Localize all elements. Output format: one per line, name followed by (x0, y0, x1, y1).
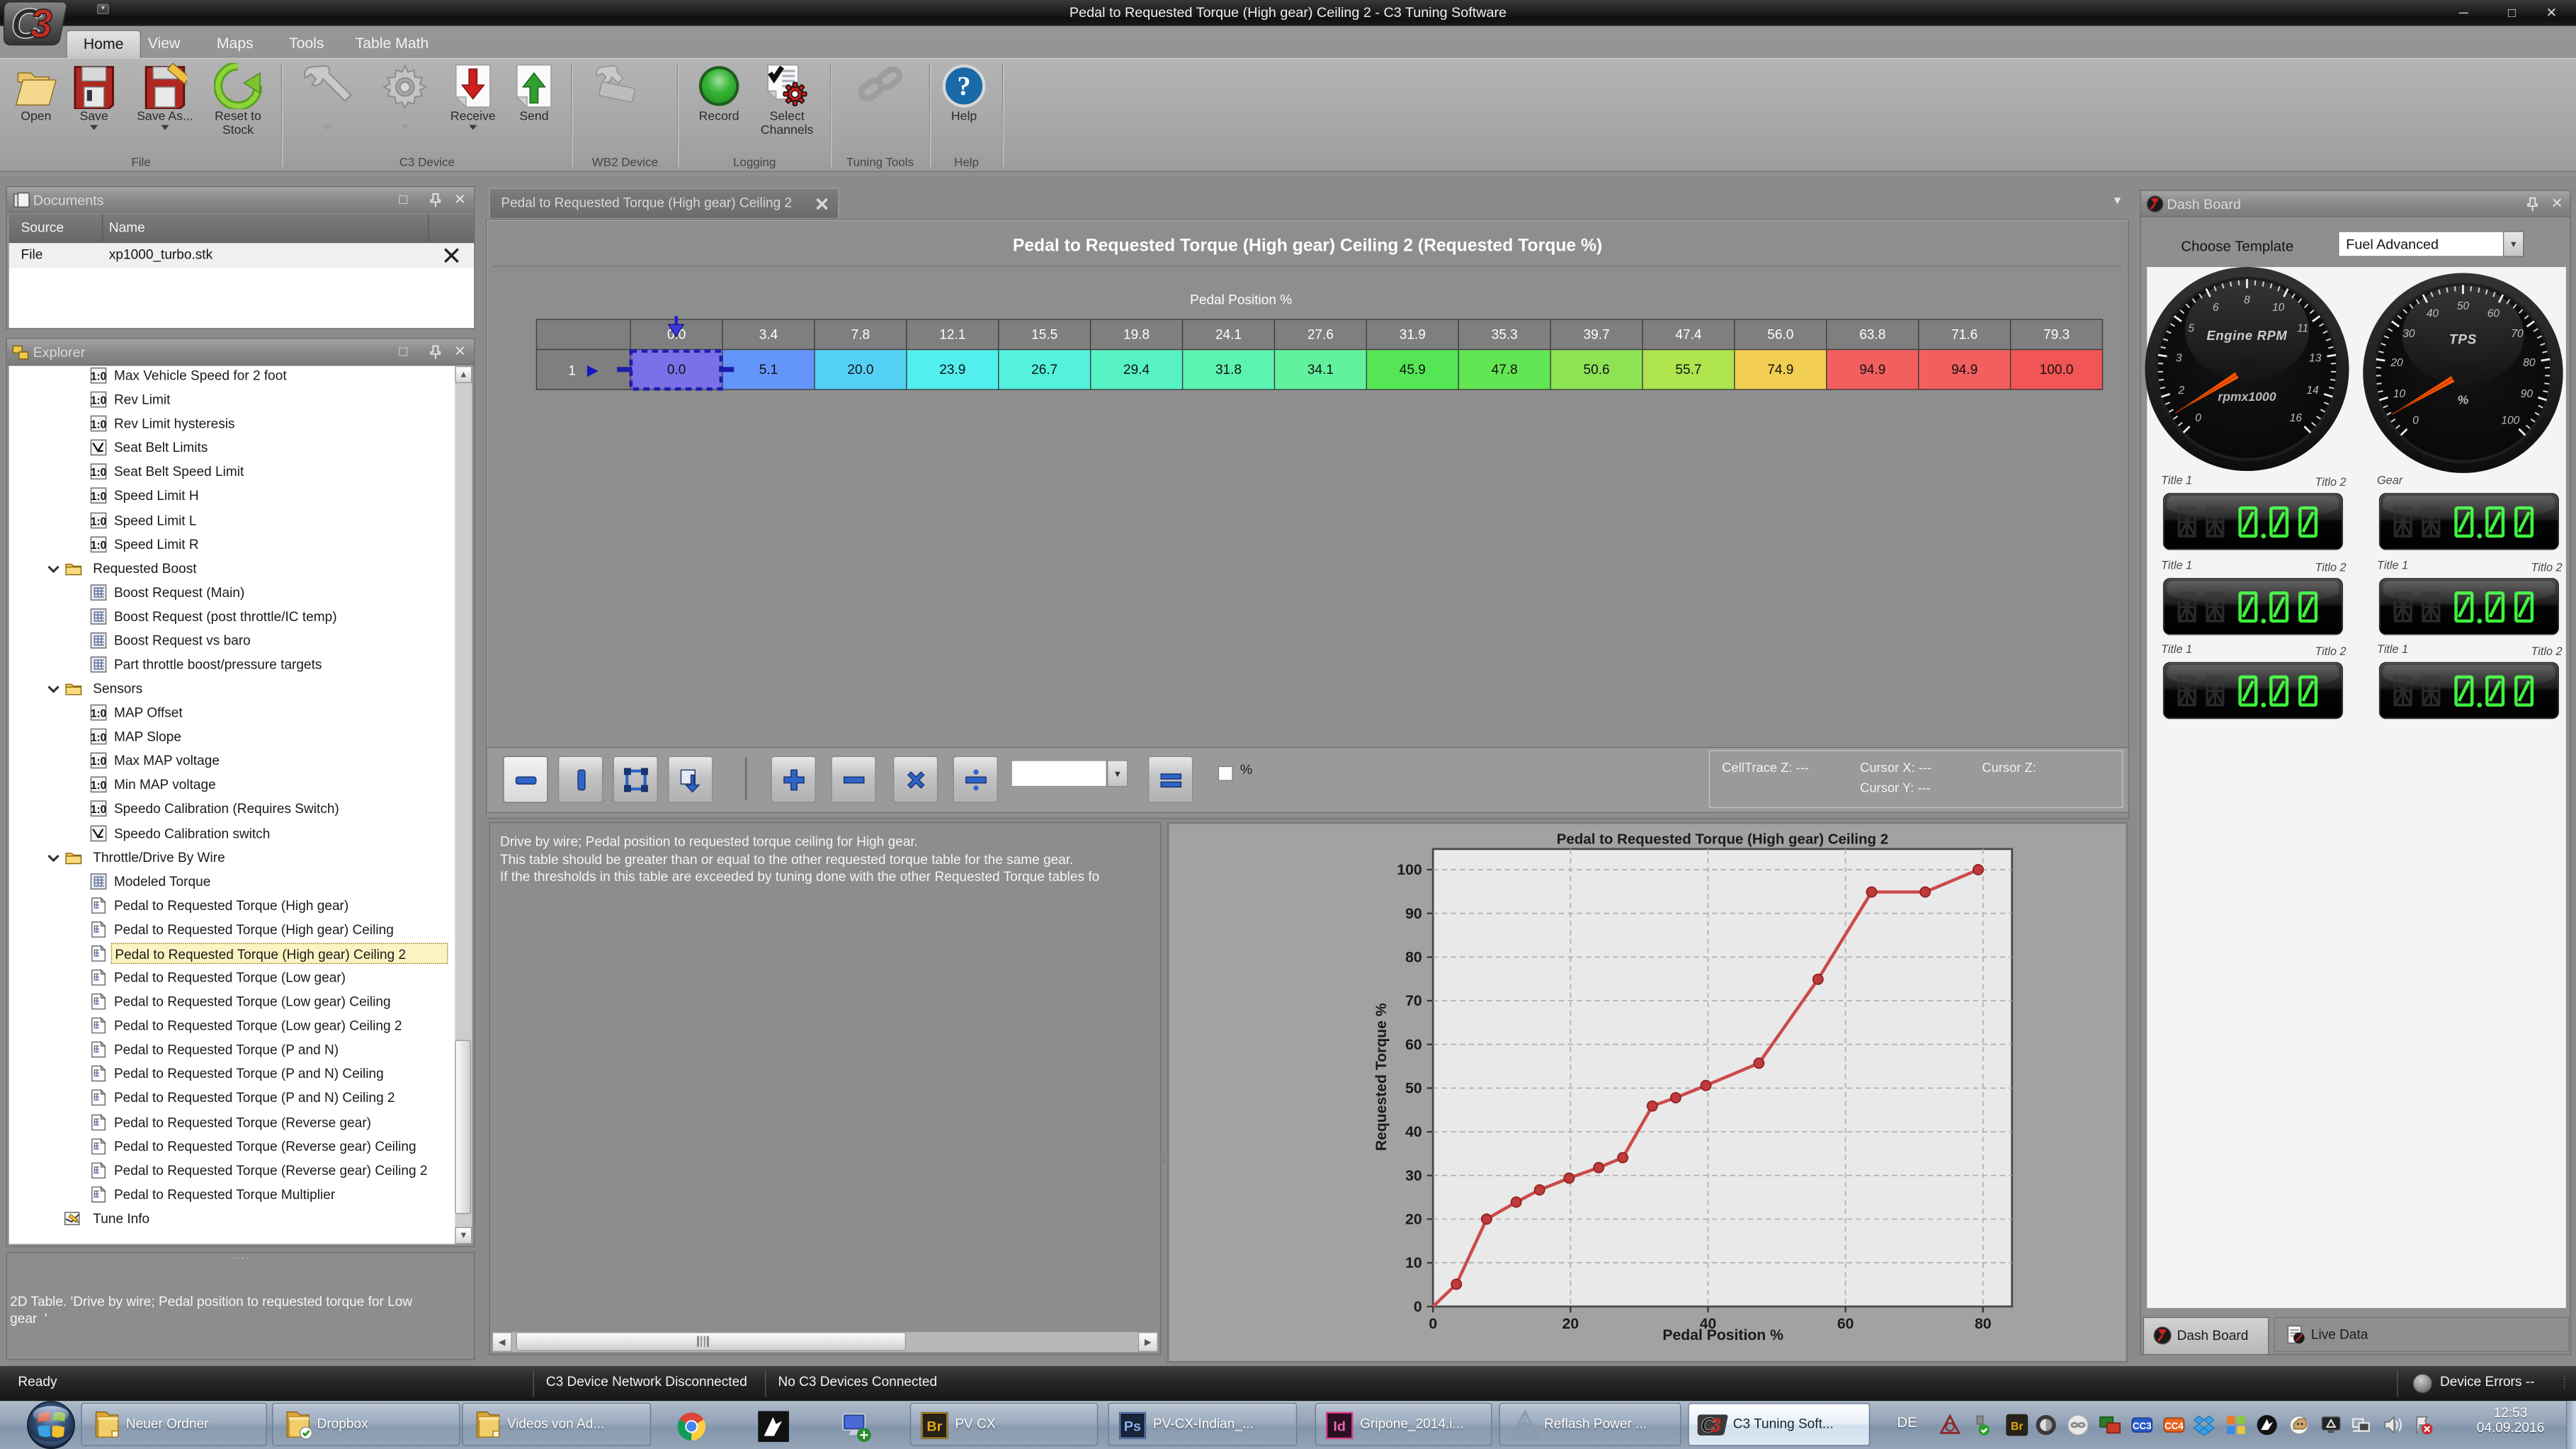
svg-text:10: 10 (2393, 388, 2406, 400)
svg-text:70: 70 (2511, 328, 2524, 340)
svg-text:20: 20 (2390, 357, 2403, 369)
svg-text:rpmx1000: rpmx1000 (2218, 390, 2276, 404)
svg-text:0: 0 (2195, 412, 2201, 424)
svg-text:10: 10 (1405, 1255, 1422, 1271)
svg-text:30: 30 (1405, 1168, 1422, 1184)
svg-text:11: 11 (2297, 323, 2308, 335)
svg-text:20: 20 (1562, 1316, 1579, 1332)
svg-text:Pedal Position %: Pedal Position % (1662, 1327, 1783, 1343)
svg-text:90: 90 (1405, 906, 1422, 922)
svg-text:90: 90 (2521, 388, 2534, 400)
svg-text:Br: Br (2011, 1421, 2023, 1433)
svg-text:3: 3 (2176, 353, 2182, 365)
svg-text:60: 60 (1837, 1316, 1854, 1332)
svg-text:3: 3 (30, 1, 52, 45)
svg-text:%: % (2458, 392, 2469, 407)
svg-text:100: 100 (2501, 415, 2519, 427)
svg-text:80: 80 (2523, 357, 2536, 369)
svg-text:Requested Torque %: Requested Torque % (1373, 1003, 1390, 1151)
svg-text:Br: Br (926, 1419, 942, 1435)
svg-text:0: 0 (2412, 415, 2419, 427)
svg-text:TPS: TPS (2449, 333, 2477, 348)
svg-text:CC3: CC3 (2133, 1421, 2152, 1431)
svg-text:100: 100 (1397, 862, 1422, 878)
svg-text:13: 13 (2309, 353, 2322, 365)
svg-text:Ps: Ps (1124, 1419, 1141, 1435)
svg-text:10: 10 (2272, 302, 2285, 314)
svg-text:3: 3 (1710, 1414, 1720, 1436)
svg-text:CC4: CC4 (2164, 1421, 2184, 1431)
svg-text:50: 50 (1405, 1080, 1422, 1096)
svg-text:80: 80 (1975, 1316, 1992, 1332)
svg-text:16: 16 (2290, 412, 2303, 424)
svg-text:40: 40 (1405, 1124, 1422, 1140)
svg-text:0: 0 (1429, 1316, 1437, 1332)
svg-text:40: 40 (2427, 307, 2439, 319)
svg-text:14: 14 (2306, 385, 2319, 397)
svg-text:70: 70 (1405, 993, 1422, 1009)
svg-text:20: 20 (1405, 1211, 1422, 1227)
svg-text:6: 6 (2213, 302, 2219, 314)
svg-text:50: 50 (2457, 300, 2470, 312)
svg-text:80: 80 (1405, 949, 1422, 965)
svg-text:8: 8 (2244, 295, 2250, 307)
svg-text:60: 60 (2487, 307, 2500, 319)
svg-text:0: 0 (1414, 1299, 1422, 1315)
svg-text:60: 60 (1405, 1037, 1422, 1053)
svg-text:2: 2 (2178, 385, 2185, 397)
svg-text:5: 5 (2188, 323, 2194, 335)
svg-text:?: ? (958, 72, 971, 101)
svg-text:Id: Id (1333, 1419, 1346, 1435)
svg-text:30: 30 (2402, 328, 2415, 340)
svg-text:Engine RPM: Engine RPM (2206, 328, 2287, 343)
